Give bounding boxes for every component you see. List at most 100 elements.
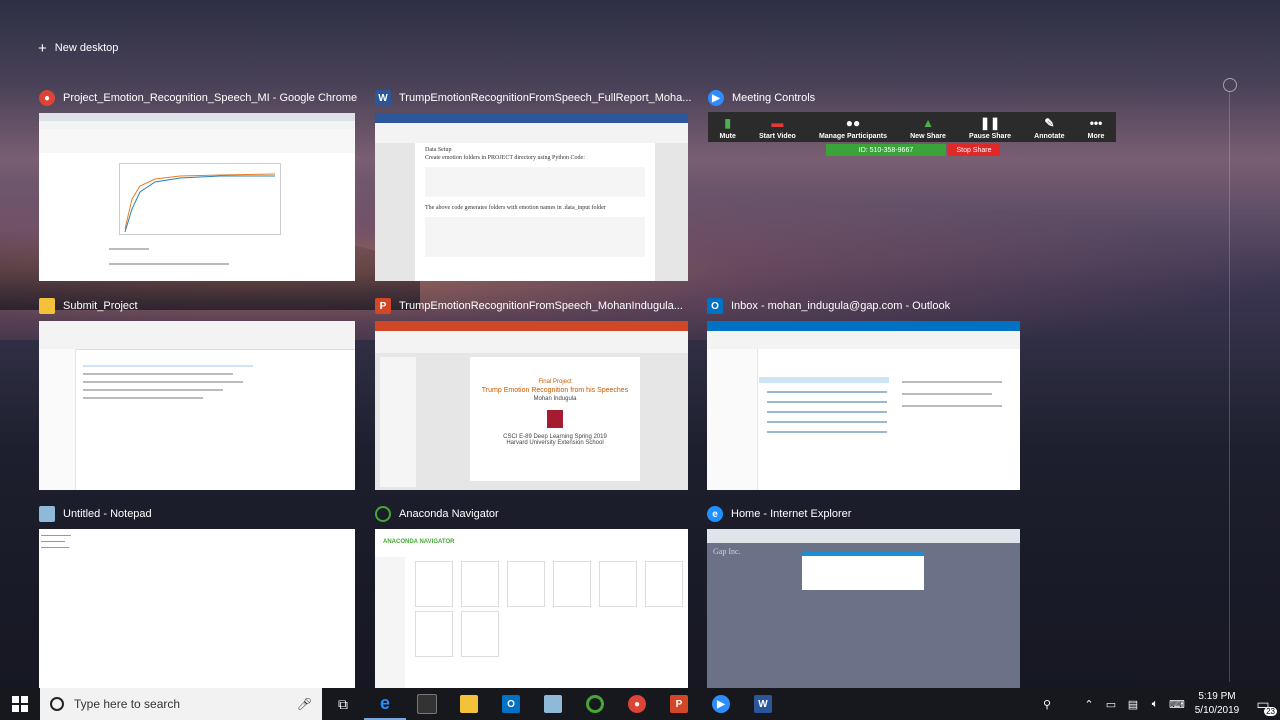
- new-desktop-button[interactable]: + New desktop: [38, 38, 118, 58]
- code-block: [425, 217, 645, 257]
- taskbar-file-explorer[interactable]: [448, 688, 490, 720]
- dialog-box: [802, 551, 924, 590]
- taskbar-outlook[interactable]: O: [490, 688, 532, 720]
- taskbar-word[interactable]: W: [742, 688, 784, 720]
- taskbar-ie[interactable]: e: [364, 688, 406, 720]
- window-title: Home - Internet Explorer: [731, 508, 852, 520]
- meeting-id-badge: ID: 510-358-9667: [826, 144, 946, 156]
- page-brand: Gap Inc.: [713, 547, 741, 556]
- clock[interactable]: 5:19 PM 5/10/2019: [1188, 690, 1246, 718]
- window-anaconda[interactable]: Anaconda Navigator ANACONDA NAVIGATOR: [375, 506, 688, 688]
- window-powerpoint[interactable]: P TrumpEmotionRecognitionFromSpeech_Moha…: [375, 298, 688, 490]
- window-thumbnail: Data Setup Create emotion folders in PRO…: [375, 113, 688, 281]
- taskbar-terminal[interactable]: [406, 688, 448, 720]
- taskbar-search-box[interactable]: Type here to search 🎤︎: [40, 688, 322, 720]
- window-outlook[interactable]: O Inbox - mohan_indugula@gap.com - Outlo…: [707, 298, 1020, 490]
- ellipsis-icon: •••: [1089, 116, 1103, 130]
- pause-share-button[interactable]: ❚❚ Pause Share: [969, 116, 1011, 140]
- battery-icon[interactable]: ▭: [1100, 688, 1122, 720]
- slide-school: Harvard University Extension School: [506, 440, 604, 446]
- pause-icon: ❚❚: [979, 116, 1001, 130]
- window-thumbnail: Final Project Trump Emotion Recognition …: [375, 321, 688, 490]
- window-title-bar: ▶ Meeting Controls: [708, 89, 815, 107]
- word-icon: W: [375, 90, 391, 106]
- taskbar-notepad[interactable]: [532, 688, 574, 720]
- window-thumbnail: Gap Inc.: [707, 529, 1020, 688]
- microphone-icon[interactable]: 🎤︎: [297, 697, 312, 711]
- doc-line: Create emotion folders in PROJECT direct…: [425, 155, 585, 161]
- taskbar-anaconda[interactable]: [574, 688, 616, 720]
- code-block: [425, 167, 645, 197]
- window-title: Meeting Controls: [732, 92, 816, 104]
- people-icon[interactable]: ⚲: [1036, 688, 1058, 720]
- window-word-report[interactable]: W TrumpEmotionRecognitionFromSpeech_Full…: [375, 90, 691, 281]
- taskbar-zoom[interactable]: ▶: [700, 688, 742, 720]
- window-title: Project_Emotion_Recognition_Speech_MI - …: [63, 92, 358, 104]
- chevron-up-icon[interactable]: ⌃: [1078, 688, 1100, 720]
- zoom-control-bar: ▮ Mute ▬ Start Video ●● Manage Participants…: [708, 112, 1116, 142]
- anaconda-brand: ANACONDA NAVIGATOR: [383, 539, 455, 545]
- cortana-icon: [50, 697, 64, 711]
- window-title: Untitled - Notepad: [63, 508, 152, 520]
- outlook-icon: O: [502, 695, 520, 713]
- notepad-icon: [544, 695, 562, 713]
- window-title-bar: O Inbox - mohan_indugula@gap.com - Outlo…: [707, 297, 950, 315]
- window-thumbnail: ANACONDA NAVIGATOR: [375, 529, 688, 688]
- slide-kicker: Final Project: [538, 379, 572, 385]
- microphone-icon: ▮: [724, 116, 732, 130]
- window-thumbnail: [707, 321, 1020, 490]
- anaconda-icon: [375, 506, 391, 522]
- window-thumbnail: [39, 529, 355, 688]
- start-video-button[interactable]: ▬ Start Video: [759, 116, 796, 140]
- window-title-bar: Untitled - Notepad: [39, 505, 152, 523]
- mute-button[interactable]: ▮ Mute: [720, 116, 736, 140]
- window-title: TrumpEmotionRecognitionFromSpeech_MohanI…: [399, 300, 683, 312]
- taskbar-chrome[interactable]: ●: [616, 688, 658, 720]
- zoom-icon: ▶: [712, 695, 730, 713]
- slide-author: Mohan Indugula: [533, 396, 577, 402]
- window-title-bar: Submit_Project: [39, 297, 138, 315]
- window-thumbnail: [39, 321, 355, 490]
- taskbar-powerpoint[interactable]: P: [658, 688, 700, 720]
- share-icon: ▲: [922, 116, 934, 130]
- window-file-explorer[interactable]: Submit_Project: [39, 298, 355, 490]
- task-view-button[interactable]: ⧉: [322, 688, 364, 720]
- manage-participants-button[interactable]: ●● Manage Participants: [819, 116, 887, 140]
- outlook-icon: O: [707, 298, 723, 314]
- window-thumbnail: [39, 113, 355, 281]
- new-share-button[interactable]: ▲ New Share: [910, 116, 946, 140]
- annotate-button[interactable]: ✎ Annotate: [1034, 116, 1064, 140]
- stop-share-button[interactable]: Stop Share: [948, 144, 1000, 156]
- clock-date: 5/10/2019: [1194, 705, 1240, 716]
- more-button[interactable]: ••• More: [1088, 116, 1105, 140]
- chrome-icon: ●: [628, 695, 646, 713]
- scroll-indicator[interactable]: [1223, 78, 1237, 92]
- notification-count: 23: [1264, 707, 1277, 716]
- doc-heading: Data Setup: [425, 147, 452, 153]
- chrome-icon: ●: [39, 90, 55, 106]
- taskbar: Type here to search 🎤︎ ⧉ e O ● P ▶ W ⚲ ⌃…: [0, 688, 1280, 720]
- window-title: Inbox - mohan_indugula@gap.com - Outlook: [731, 300, 951, 312]
- window-chrome[interactable]: ● Project_Emotion_Recognition_Speech_MI …: [39, 90, 357, 281]
- video-off-icon: ▬: [771, 116, 784, 130]
- window-title: Anaconda Navigator: [399, 508, 499, 520]
- window-title: TrumpEmotionRecognitionFromSpeech_FullRe…: [399, 92, 692, 104]
- start-button[interactable]: [0, 688, 40, 720]
- plus-icon: +: [38, 39, 47, 57]
- window-internet-explorer[interactable]: e Home - Internet Explorer Gap Inc.: [707, 506, 1020, 688]
- doc-line: The above code generates folders with em…: [425, 205, 606, 211]
- scroll-track[interactable]: [1229, 92, 1230, 682]
- action-center-button[interactable]: ▭ 23: [1246, 688, 1280, 720]
- window-title-bar: ● Project_Emotion_Recognition_Speech_MI …: [39, 89, 357, 107]
- window-title-bar: P TrumpEmotionRecognitionFromSpeech_Moha…: [375, 297, 683, 315]
- network-icon[interactable]: ▤: [1122, 688, 1144, 720]
- window-title: Submit_Project: [63, 300, 138, 312]
- windows-logo-icon: [12, 696, 28, 712]
- folder-icon: [39, 298, 55, 314]
- window-notepad[interactable]: Untitled - Notepad: [39, 506, 355, 688]
- keyboard-icon[interactable]: ⌨︎: [1166, 688, 1188, 720]
- volume-icon[interactable]: 🔈︎: [1144, 688, 1166, 720]
- zoom-icon: ▶: [708, 90, 724, 106]
- file-explorer-icon: [460, 695, 478, 713]
